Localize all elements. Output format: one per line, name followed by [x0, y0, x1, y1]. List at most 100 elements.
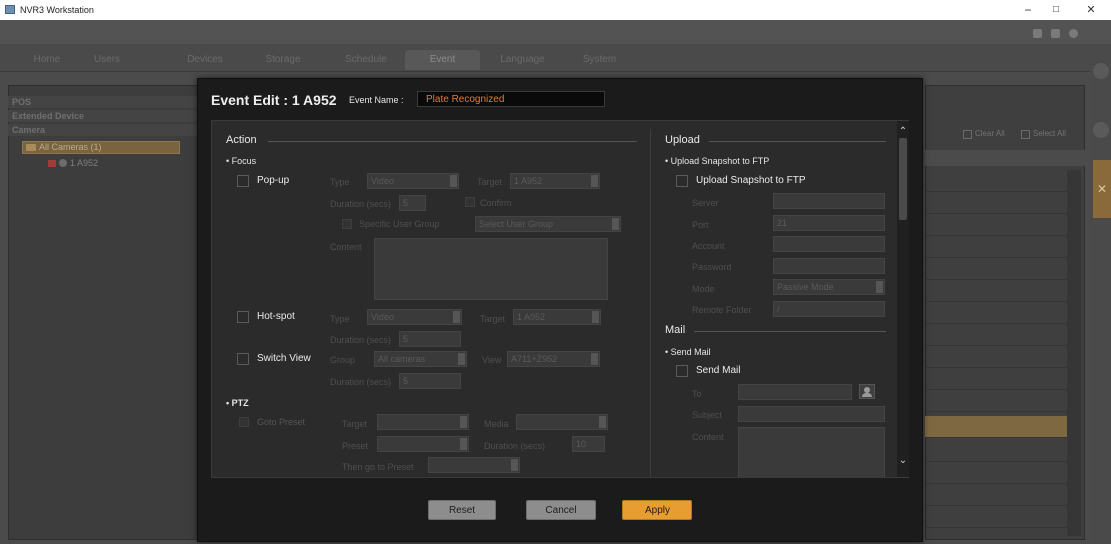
- list-row[interactable]: [925, 280, 1067, 302]
- confirm-checkbox[interactable]: [465, 197, 475, 207]
- ptz-duration-input[interactable]: 10: [572, 436, 605, 452]
- user-group-select[interactable]: Select User Group: [475, 216, 621, 232]
- popup-target-label: Target: [477, 177, 503, 187]
- info-icon[interactable]: [1069, 29, 1078, 38]
- list-row[interactable]: [925, 236, 1067, 258]
- ftp-password-label: Password: [692, 262, 732, 272]
- panel-header-extended-device[interactable]: Extended Device: [8, 110, 198, 122]
- list-row[interactable]: [925, 302, 1067, 324]
- chevron-down-icon: [460, 416, 467, 428]
- send-mail-checkbox[interactable]: [676, 365, 688, 377]
- tree-item-all-cameras[interactable]: All Cameras (1): [22, 141, 180, 154]
- tab-language[interactable]: Language: [490, 50, 555, 70]
- contact-icon-body: [862, 393, 872, 397]
- dialog-title: Event Edit : 1 A952: [211, 92, 337, 108]
- popup-type-select[interactable]: Video: [367, 173, 459, 189]
- clear-all-checkbox[interactable]: [963, 130, 972, 139]
- document-icon[interactable]: [1051, 29, 1060, 38]
- list-row[interactable]: [925, 440, 1067, 462]
- ftp-password-input[interactable]: [773, 258, 885, 274]
- list-row[interactable]: [925, 346, 1067, 368]
- switch-view-duration-input[interactable]: 5: [399, 373, 461, 389]
- specific-user-group-checkbox[interactable]: [342, 219, 352, 229]
- cancel-button[interactable]: Cancel: [526, 500, 596, 520]
- side-tools-icon[interactable]: ✕: [1093, 160, 1111, 218]
- app-icon: [5, 5, 15, 14]
- hotspot-target-label: Target: [480, 314, 506, 324]
- upload-ftp-checkbox[interactable]: [676, 175, 688, 187]
- list-row[interactable]: [925, 368, 1067, 390]
- tree-item-label: All Cameras (1): [39, 142, 102, 152]
- hotspot-checkbox[interactable]: [237, 311, 249, 323]
- goto-preset-checkbox[interactable]: [239, 417, 249, 427]
- mail-section-title: Mail: [665, 324, 686, 336]
- apply-button[interactable]: Apply: [622, 500, 692, 520]
- then-goto-preset-select[interactable]: [428, 457, 520, 473]
- panel-header-pos[interactable]: POS: [8, 96, 198, 108]
- goto-preset-label: Goto Preset: [257, 417, 306, 427]
- close-button[interactable]: ✕: [1080, 2, 1102, 18]
- maximize-button[interactable]: □: [1045, 2, 1067, 18]
- tab-storage[interactable]: Storage: [258, 50, 308, 70]
- popup-duration-input[interactable]: 5: [399, 195, 426, 211]
- event-name-input[interactable]: [417, 91, 605, 107]
- ftp-mode-select[interactable]: Passive Mode: [773, 279, 885, 295]
- side-menu-icon[interactable]: [1093, 122, 1109, 138]
- tab-home[interactable]: Home: [22, 50, 72, 70]
- tab-event[interactable]: Event: [405, 50, 480, 70]
- chevron-down-icon: [453, 311, 460, 323]
- tab-devices[interactable]: Devices: [180, 50, 230, 70]
- select-all-checkbox[interactable]: [1021, 130, 1030, 139]
- app-toolbar: [0, 20, 1111, 44]
- tab-users[interactable]: Users: [82, 50, 132, 70]
- popup-checkbox[interactable]: [237, 175, 249, 187]
- popup-target-select[interactable]: 1 A952: [510, 173, 600, 189]
- ftp-server-input[interactable]: [773, 193, 885, 209]
- list-row[interactable]: [925, 390, 1067, 412]
- address-book-button[interactable]: [859, 384, 875, 399]
- hotspot-target-select[interactable]: 1 A952: [513, 309, 601, 325]
- chevron-down-icon[interactable]: ⌄: [897, 455, 909, 466]
- tab-schedule[interactable]: Schedule: [336, 50, 396, 70]
- scroll-thumb[interactable]: [899, 138, 907, 220]
- select-value: Select User Group: [479, 219, 554, 229]
- switch-view-checkbox[interactable]: [237, 353, 249, 365]
- list-row[interactable]: [925, 324, 1067, 346]
- reset-button[interactable]: Reset: [428, 500, 496, 520]
- mail-subject-label: Subject: [692, 410, 723, 420]
- mail-to-input[interactable]: [738, 384, 852, 400]
- list-row[interactable]: [925, 214, 1067, 236]
- mail-content-textarea[interactable]: [738, 427, 885, 477]
- hotspot-type-select[interactable]: Video: [367, 309, 462, 325]
- list-row[interactable]: [925, 484, 1067, 506]
- list-scrollbar[interactable]: [1067, 170, 1081, 536]
- ptz-media-select[interactable]: [516, 414, 608, 430]
- list-row[interactable]: [925, 192, 1067, 214]
- mail-subject-input[interactable]: [738, 406, 885, 422]
- list-row[interactable]: [925, 506, 1067, 528]
- side-arrow-icon[interactable]: [1093, 63, 1109, 79]
- ptz-target-select[interactable]: [377, 414, 469, 430]
- chevron-up-icon[interactable]: ⌃: [897, 126, 909, 137]
- panel-header-camera[interactable]: Camera: [8, 124, 198, 136]
- ftp-remote-folder-input[interactable]: /: [773, 301, 885, 317]
- settings-gear-icon[interactable]: [1033, 29, 1042, 38]
- hotspot-label: Hot-spot: [257, 311, 295, 322]
- switch-view-duration-label: Duration (secs): [330, 377, 392, 387]
- switch-view-group-select[interactable]: All cameras: [374, 351, 467, 367]
- tab-system[interactable]: System: [572, 50, 627, 70]
- tree-item-camera[interactable]: 1 A952: [48, 158, 98, 168]
- list-row-selected[interactable]: [925, 416, 1067, 438]
- clear-all-label: Clear All: [975, 129, 1005, 138]
- ftp-account-input[interactable]: [773, 236, 885, 252]
- ptz-preset-select[interactable]: [377, 436, 469, 452]
- list-row[interactable]: [925, 170, 1067, 192]
- chevron-down-icon: [612, 218, 619, 230]
- list-row[interactable]: [925, 462, 1067, 484]
- switch-view-view-select[interactable]: A711+Z952: [507, 351, 600, 367]
- popup-content-textarea[interactable]: [374, 238, 608, 300]
- list-row[interactable]: [925, 258, 1067, 280]
- ftp-port-input[interactable]: 21: [773, 215, 885, 231]
- hotspot-duration-input[interactable]: 5: [399, 331, 461, 347]
- minimize-button[interactable]: −: [1017, 2, 1039, 18]
